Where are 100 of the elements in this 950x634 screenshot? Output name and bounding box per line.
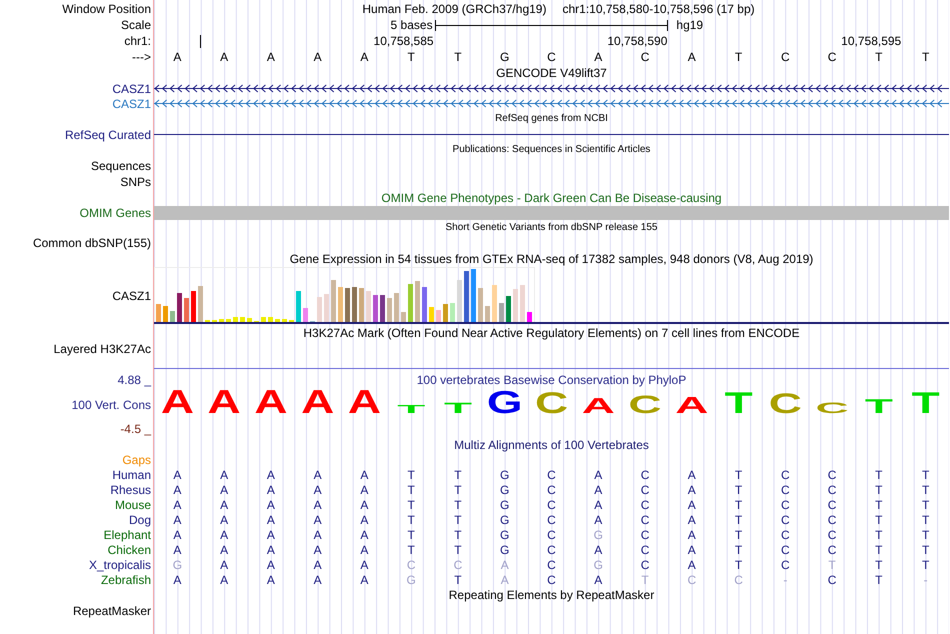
ruler-label: 10,758,590 <box>607 34 668 48</box>
gene-arrow-line[interactable] <box>154 84 949 92</box>
alignment-base: T <box>920 468 930 482</box>
base-letter: T <box>734 50 744 64</box>
alignment-base: A <box>312 528 323 542</box>
base-letter: A <box>593 50 604 64</box>
alignment-base: T <box>734 498 744 512</box>
alignment-base: A <box>219 512 230 526</box>
alignment-base: A <box>219 572 230 586</box>
logo-letter: A <box>348 384 381 420</box>
alignment-base: A <box>312 512 323 526</box>
alignment-base: C <box>780 558 791 572</box>
track-title: RefSeq genes from NCBI <box>494 112 609 126</box>
alignment-base: C <box>780 468 791 482</box>
alignment-base: - <box>782 572 788 586</box>
alignment-base: C <box>406 558 417 572</box>
alignment-base: C <box>780 482 791 496</box>
track-label[interactable]: Layered H3K27Ac <box>54 342 151 356</box>
alignment-base: T <box>453 572 463 586</box>
alignment-base: A <box>312 542 323 556</box>
alignment-base: T <box>734 558 744 572</box>
track-label[interactable]: CASZ1 <box>112 289 151 303</box>
logo-letter: T <box>724 386 753 420</box>
alignment-base: T <box>734 482 744 496</box>
track-label[interactable]: Elephant <box>104 528 151 542</box>
alignment-base: A <box>686 468 697 482</box>
track-label[interactable]: CASZ1 <box>112 82 151 96</box>
alignment-base: T <box>874 468 884 482</box>
alignment-base: A <box>359 572 370 586</box>
track-label[interactable]: Common dbSNP(155) <box>32 236 151 250</box>
track-label[interactable]: 100 Vert. Cons <box>72 398 151 412</box>
alignment-base: A <box>172 528 182 542</box>
alignment-base: T <box>406 468 416 482</box>
track-label[interactable]: Human <box>112 468 151 482</box>
base-letter: C <box>546 50 557 64</box>
alignment-base: A <box>266 512 276 526</box>
track-label[interactable]: Zebrafish <box>100 572 151 586</box>
alignment-base: C <box>826 528 838 542</box>
logo-letter: G <box>486 384 523 420</box>
track-label[interactable]: OMIM Genes <box>80 206 151 220</box>
track-label[interactable]: CASZ1 <box>112 96 151 110</box>
logo-letter: C <box>768 388 802 420</box>
alignment-base: T <box>406 528 416 542</box>
alignment-base: A <box>219 498 230 512</box>
alignment-base: C <box>640 498 650 512</box>
track-label[interactable]: Rhesus <box>110 482 151 496</box>
alignment-base: T <box>734 528 744 542</box>
alignment-base: T <box>874 528 884 542</box>
track-label[interactable]: Dog <box>128 512 151 526</box>
alignment-base: A <box>266 528 276 542</box>
alignment-base: C <box>686 572 698 586</box>
track-label[interactable]: Chicken <box>108 542 151 556</box>
logo-letter: A <box>582 394 615 418</box>
track-label[interactable]: Sequences <box>90 159 151 173</box>
alignment-base: A <box>312 498 323 512</box>
alignment-base: A <box>686 482 697 496</box>
track-label[interactable]: X_tropicalis <box>88 558 151 572</box>
alignment-base: G <box>499 468 510 482</box>
alignment-base: T <box>453 498 463 512</box>
axis-label: -4.5 _ <box>120 422 151 436</box>
alignment-base: G <box>499 512 510 526</box>
alignment-base: A <box>593 572 604 586</box>
alignment-base: A <box>219 482 230 496</box>
alignment-base: A <box>266 468 276 482</box>
alignment-base: T <box>920 498 930 512</box>
alignment-base: T <box>734 512 744 526</box>
alignment-base: T <box>874 542 884 556</box>
alignment-base: A <box>172 512 182 526</box>
base-letter: A <box>266 50 276 64</box>
alignment-base: C <box>826 468 838 482</box>
alignment-base: T <box>453 482 463 496</box>
alignment-base: T <box>874 572 884 586</box>
alignment-base: A <box>266 558 276 572</box>
gene-line[interactable] <box>154 134 949 136</box>
base-letter: T <box>453 50 463 64</box>
alignment-base: C <box>826 482 838 496</box>
track-label[interactable]: RepeatMasker <box>72 604 151 618</box>
track-title: H3K27Ac Mark (Often Found Near Active Regulatory Elements) on 7 cell lines from ENCODE <box>302 326 801 340</box>
track-label[interactable]: Mouse <box>114 498 151 512</box>
alignment-base: T <box>920 482 930 496</box>
alignment-base: T <box>920 542 930 556</box>
track-label[interactable]: SNPs <box>120 175 151 189</box>
alignment-base: A <box>266 498 276 512</box>
alignment-base: A <box>686 542 697 556</box>
logo-letter: A <box>675 392 708 418</box>
logo-letter: C <box>628 390 662 418</box>
alignment-base: C <box>826 572 838 586</box>
alignment-base: T <box>874 498 884 512</box>
alignment-base: A <box>266 572 276 586</box>
ruler-label: 10,758,595 <box>841 34 902 48</box>
ruler-label: 10,758,585 <box>374 34 434 48</box>
alignment-base: C <box>640 468 650 482</box>
alignment-base: T <box>406 498 416 512</box>
alignment-base: A <box>686 498 697 512</box>
alignment-base: A <box>172 498 182 512</box>
track-label[interactable]: RefSeq Curated <box>64 128 151 142</box>
alignment-base: - <box>922 572 929 586</box>
row-label: Window Position <box>62 2 151 16</box>
alignment-base: T <box>453 542 463 556</box>
alignment-base: A <box>593 498 604 512</box>
